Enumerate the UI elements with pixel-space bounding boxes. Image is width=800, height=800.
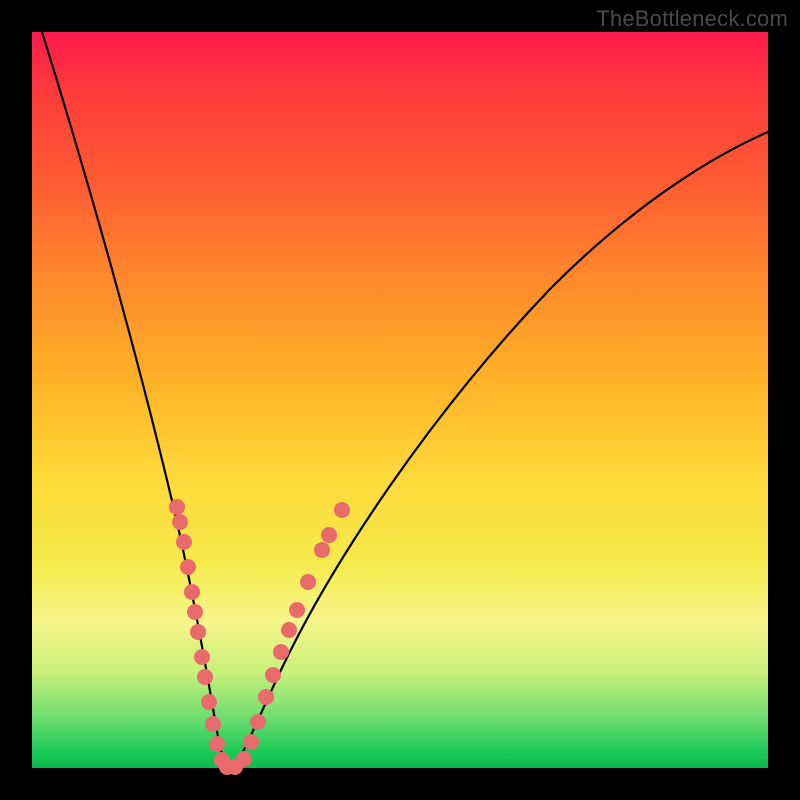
data-dot — [169, 499, 185, 515]
data-dot — [265, 667, 281, 683]
curve-layer — [32, 32, 768, 768]
data-dot — [334, 502, 350, 518]
data-dot — [201, 694, 217, 710]
watermark-text: TheBottleneck.com — [596, 6, 788, 32]
data-dot — [314, 542, 330, 558]
data-dot — [258, 689, 274, 705]
data-dot — [194, 649, 210, 665]
curve-right — [233, 132, 768, 768]
data-dot — [209, 736, 225, 752]
chart-frame: TheBottleneck.com — [0, 0, 800, 800]
data-dot — [197, 669, 213, 685]
data-dot — [300, 574, 316, 590]
data-dot — [321, 527, 337, 543]
data-dot — [184, 584, 200, 600]
data-dot — [172, 514, 188, 530]
data-dot — [289, 602, 305, 618]
plot-area — [32, 32, 768, 768]
data-dot — [187, 604, 203, 620]
data-dot — [281, 622, 297, 638]
data-dot — [236, 751, 252, 767]
data-dot — [180, 559, 196, 575]
data-dot — [190, 624, 206, 640]
data-dot — [176, 534, 192, 550]
data-dot — [273, 644, 289, 660]
data-dot — [243, 734, 259, 750]
data-dot — [250, 714, 266, 730]
data-dot — [205, 716, 221, 732]
